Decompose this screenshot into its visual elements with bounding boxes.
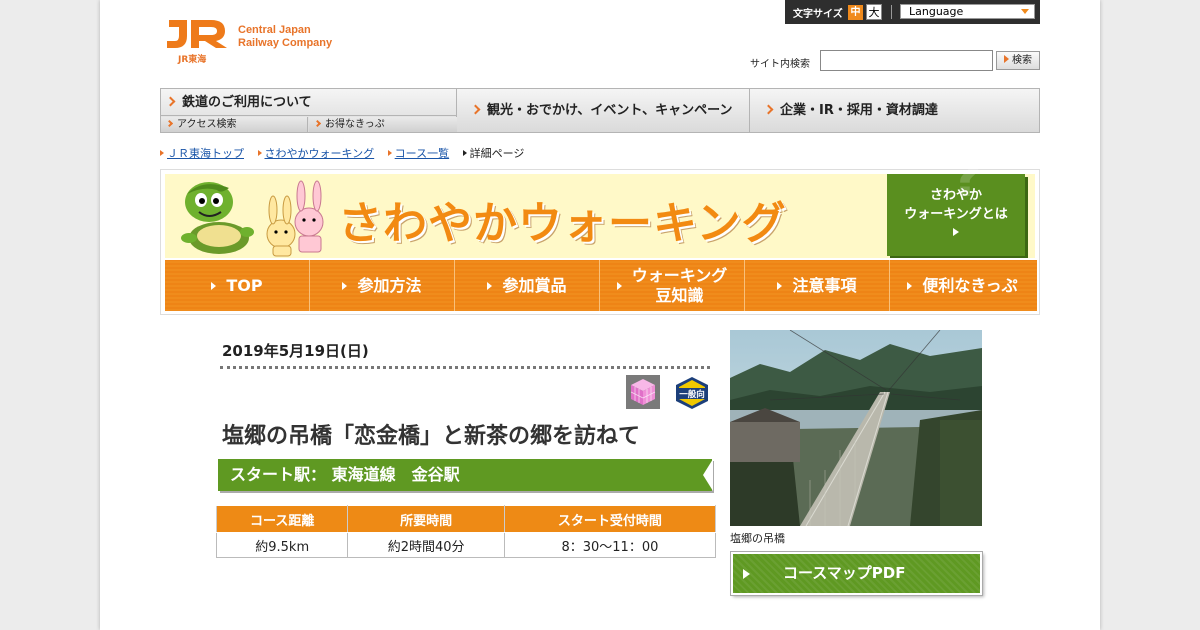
breadcrumb-link-walking[interactable]: さわやかウォーキング	[265, 147, 375, 160]
utility-bar: 文字サイズ 中 大 Language	[785, 0, 1040, 24]
triangle-right-icon	[616, 281, 622, 290]
chevron-right-icon	[165, 119, 174, 128]
logo-line-1: Central Japan	[238, 24, 311, 36]
chevron-right-icon	[763, 104, 774, 115]
nav-item-label: 企業・IR・採用・資材調達	[780, 103, 938, 118]
nav-item-corporate[interactable]: 企業・IR・採用・資材調達	[751, 89, 1039, 132]
tab-prizes[interactable]: 参加賞品	[455, 260, 600, 311]
chevron-right-icon	[313, 119, 322, 128]
nav-sub-label: アクセス検索	[177, 119, 237, 130]
course-title: 塩郷の吊橋「恋金橋」と新茶の郷を訪ねて	[222, 424, 641, 449]
start-station-label: スタート駅： 東海道線 金谷駅	[230, 465, 460, 484]
pdf-button-label: コースマップPDF	[783, 564, 906, 582]
nav-sub-discount-tickets[interactable]: お得なきっぷ	[309, 117, 457, 132]
table-row: 約9.5km 約2時間40分 8：30～11：00	[215, 532, 717, 558]
start-station-bar: スタート駅： 東海道線 金谷駅	[218, 459, 713, 491]
suspension-bridge-photo	[730, 330, 982, 526]
search-button-label: 検索	[1012, 55, 1032, 66]
nav-item-label: 観光・おでかけ、イベント、キャンペーン	[487, 103, 733, 118]
triangle-right-icon	[743, 569, 750, 579]
walking-banner: さわやかウォーキング ? さわやか ウォーキングとは TOP 参加方法 参加賞品…	[160, 151, 1040, 315]
nav-rail-group: 鉄道のご利用について アクセス検索 お得なきっぷ	[161, 89, 457, 132]
table-cell-duration: 約2時間40分	[347, 532, 505, 558]
tab-label: 参加方法	[357, 275, 422, 295]
tab-useful-tickets[interactable]: 便利なきっぷ	[890, 260, 1035, 311]
table-cell-start-time: 8：30～11：00	[503, 532, 717, 558]
triangle-right-icon	[953, 228, 959, 236]
general-audience-badge-label: 一般向	[679, 389, 705, 400]
banner-title: さわやかウォーキング	[338, 198, 787, 249]
chevron-right-icon	[470, 104, 481, 115]
jr-logo-icon	[167, 20, 227, 48]
course-map-pdf-button[interactable]: コースマップPDF	[731, 552, 982, 595]
breadcrumb-link-jr-top[interactable]: ＪＲ東海トップ	[167, 147, 244, 160]
tab-label: 参加賞品	[502, 275, 567, 295]
tab-label-group: ウォーキング 豆知識	[632, 266, 728, 306]
tab-label: TOP	[226, 275, 263, 295]
triangle-right-icon	[907, 281, 913, 290]
general-audience-badge: 一般向	[676, 377, 708, 409]
chevron-down-icon	[1021, 9, 1029, 14]
utility-divider	[891, 5, 892, 19]
arrow-right-icon	[462, 150, 467, 156]
nav-sub-label: お得なきっぷ	[325, 119, 385, 130]
mascot-illustration	[181, 180, 324, 257]
course-info-table: コース距離 所要時間 スタート受付時間 約9.5km 約2時間40分 8：30～…	[215, 505, 717, 558]
search-button[interactable]: 検索	[996, 51, 1040, 70]
tab-label-line-1: ウォーキング	[631, 265, 728, 285]
table-header-row: コース距離 所要時間 スタート受付時間	[215, 505, 717, 533]
banner-header: さわやかウォーキング ? さわやか ウォーキングとは	[165, 151, 1035, 258]
arrow-right-icon	[160, 150, 164, 156]
tab-label: 便利なきっぷ	[922, 275, 1018, 295]
font-size-large-button[interactable]: 大	[866, 4, 882, 20]
font-size-medium-button[interactable]: 中	[848, 5, 863, 20]
event-date: 2019年5月19日(日)	[222, 342, 369, 360]
about-walking-button[interactable]: ? さわやか ウォーキングとは	[887, 151, 1025, 256]
font-size-label: 文字サイズ	[793, 9, 843, 20]
table-header-start-time: スタート受付時間	[503, 505, 717, 533]
tab-how-to-join[interactable]: 参加方法	[310, 260, 455, 311]
global-nav: 鉄道のご利用について アクセス検索 お得なきっぷ 観光・おでかけ、イベント、キャ…	[160, 88, 1040, 133]
tab-walking-tips[interactable]: ウォーキング 豆知識	[600, 260, 745, 311]
triangle-right-icon	[211, 281, 217, 290]
banner-nav: TOP 参加方法 参加賞品 ウォーキング 豆知識 注意事項 便利なきっぷ	[165, 258, 1037, 311]
triangle-right-icon	[487, 281, 493, 290]
question-mark-icon: ?	[951, 146, 983, 209]
nav-item-label: 鉄道のご利用について	[182, 95, 312, 110]
chevron-right-icon	[165, 96, 176, 107]
tab-top[interactable]: TOP	[165, 260, 310, 311]
dotted-divider	[220, 366, 710, 369]
nav-sub-access-search[interactable]: アクセス検索	[161, 117, 308, 132]
table-cell-distance: 約9.5km	[215, 532, 349, 558]
tab-cautions[interactable]: 注意事項	[745, 260, 890, 311]
ribbon-notch	[703, 459, 713, 491]
breadcrumb-current: 詳細ページ	[469, 147, 525, 160]
triangle-right-icon	[342, 281, 348, 290]
search-input[interactable]	[820, 50, 993, 71]
breadcrumb: ＪＲ東海トップ さわやかウォーキング コース一覧 詳細ページ	[160, 146, 524, 162]
nav-item-tourism[interactable]: 観光・おでかけ、イベント、キャンペーン	[458, 89, 750, 132]
table-header-distance: コース距離	[215, 505, 349, 533]
jr-central-logo[interactable]: Central Japan Railway Company JR東海	[165, 16, 365, 66]
logo-line-2: Railway Company	[238, 37, 333, 49]
language-select-label: Language	[909, 5, 964, 18]
page-container: 文字サイズ 中 大 Language Central Japan Railway…	[100, 0, 1100, 630]
photo-caption: 塩郷の吊橋	[730, 532, 785, 545]
triangle-right-icon	[777, 281, 783, 290]
language-select[interactable]: Language	[900, 4, 1035, 19]
cube-category-icon	[626, 375, 660, 409]
breadcrumb-link-course-list[interactable]: コース一覧	[395, 147, 449, 160]
table-header-duration: 所要時間	[347, 505, 505, 533]
tab-label: 注意事項	[792, 275, 857, 295]
tab-label-line-2: 豆知識	[655, 285, 704, 305]
arrow-right-icon	[1004, 55, 1009, 63]
logo-text: Central Japan Railway Company	[238, 24, 332, 50]
site-search-label: サイト内検索	[750, 59, 810, 70]
nav-item-rail-usage[interactable]: 鉄道のご利用について	[161, 89, 457, 116]
arrow-right-icon	[257, 150, 262, 156]
arrow-right-icon	[387, 150, 392, 156]
logo-subtext: JR東海	[178, 55, 207, 65]
